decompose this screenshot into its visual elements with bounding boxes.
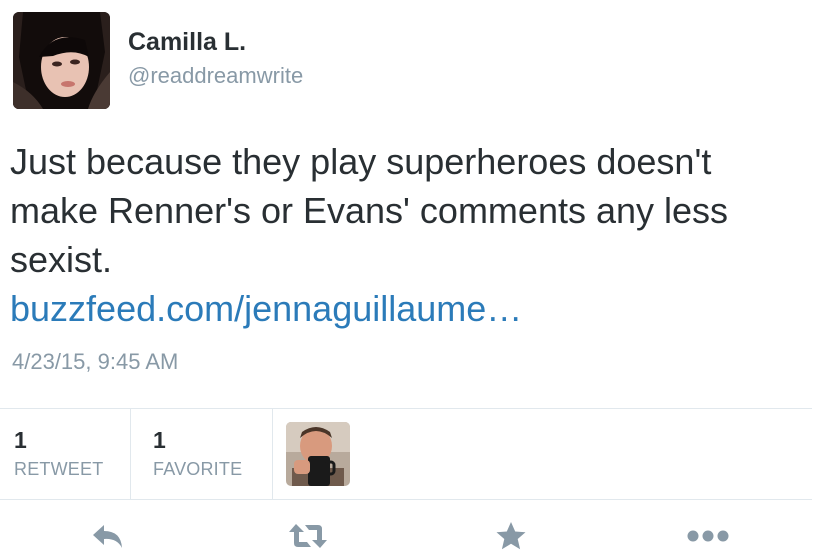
tweet-text-line: make Renner's or Evans' comments any les… [10,190,729,231]
tweet-actions [0,512,826,558]
author-avatar[interactable] [13,12,110,109]
tweet-text-line: sexist. [10,239,113,280]
favorite-stat[interactable]: 1 FAVORITE [131,409,273,499]
reply-button[interactable] [86,518,130,554]
tweet-timestamp[interactable]: 4/23/15, 9:45 AM [12,349,178,375]
favorite-button[interactable] [489,518,533,554]
tweet-stats-bar: 1 RETWEET 1 FAVORITE [0,408,812,500]
more-options-button[interactable] [686,518,730,554]
favoriter-avatar[interactable] [286,422,350,486]
retweet-count: 1 [14,427,27,453]
retweet-button[interactable] [286,518,330,554]
favoriter-avatar-photo-icon [286,422,350,486]
author-handle[interactable]: @readdreamwrite [128,63,303,89]
tweet-link[interactable]: buzzfeed.com/jennaguillaume… [10,284,522,333]
retweet-label: RETWEET [14,459,104,479]
tweet-text-line: Just because they play superheroes doesn… [10,141,712,182]
tweet-text: Just because they play superheroes doesn… [10,137,810,284]
user-avatar-photo-icon [13,12,110,109]
author-display-name[interactable]: Camilla L. [128,28,246,57]
favorite-label: FAVORITE [153,459,243,479]
retweet-icon [289,524,327,548]
reply-icon [93,525,122,548]
more-options-icon [687,530,729,542]
favorite-star-icon [496,522,526,550]
favorite-count: 1 [153,427,166,453]
retweet-stat[interactable]: 1 RETWEET [0,409,131,499]
